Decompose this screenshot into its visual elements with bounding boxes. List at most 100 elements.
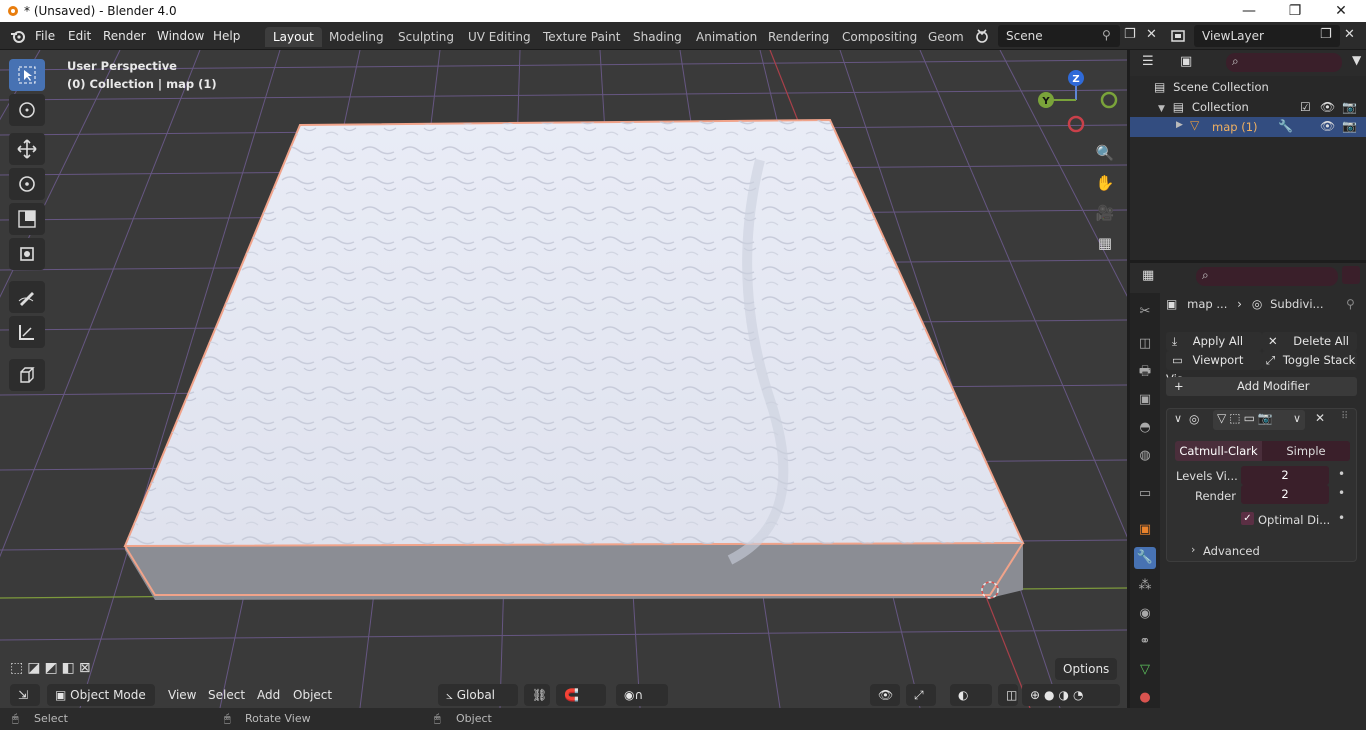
filter-funnel-icon[interactable]: ▼ [1352,53,1361,67]
menu-window[interactable]: Window [157,29,204,43]
data-tab-icon[interactable]: ▽ [1134,659,1156,681]
object-visibility-eye-icon[interactable]: 👁 [1320,119,1335,133]
scale-tool[interactable] [9,203,45,235]
modifier-menu-chevron-icon[interactable]: ∨ [1293,412,1301,425]
maximize-button[interactable]: ❐ [1272,0,1318,22]
blender-menu-icon[interactable] [10,29,26,43]
catmull-clark-tab[interactable]: Catmull-Clark [1175,441,1262,461]
collection-tab-icon[interactable]: ▭ [1134,483,1156,505]
material-tab-icon[interactable]: ● [1134,687,1156,709]
apply-all-button[interactable]: ⤓ Apply All [1166,332,1262,351]
view-layer-selector[interactable]: ViewLayer [1194,25,1340,47]
scene-icon[interactable] [974,28,990,44]
tab-geometry-nodes[interactable]: Geome [920,27,964,47]
new-scene-icon[interactable]: ❐ [1124,27,1136,42]
visibility-selector-icon[interactable]: 👁 [870,684,900,706]
pivot-point-icon[interactable]: ⛓ [524,684,550,706]
tab-animation[interactable]: Animation [688,27,765,47]
tree-collection[interactable]: ▼ ▤ Collection ☑ 👁 📷 [1158,100,1366,114]
shading-mode-icons[interactable]: ⊕●◑◔ [1022,684,1120,706]
modifier-tab-icon[interactable]: 🔧 [1134,547,1156,569]
render-keyframe-dot-icon[interactable]: • [1338,486,1345,500]
exclude-checkbox-icon[interactable]: ☑ [1300,100,1311,114]
advanced-expand-icon[interactable]: › [1191,543,1195,556]
render-tab-icon[interactable]: ◫ [1134,333,1156,355]
cursor-tool[interactable] [9,94,45,126]
object-tab-icon[interactable]: ▣ [1134,519,1156,541]
menu-file[interactable]: File [35,29,55,43]
selection-mode-icons[interactable]: ⬚◪◩◧⊠ [10,660,95,676]
expand-collection-icon[interactable]: ▼ [1158,104,1165,114]
options-button[interactable]: Options [1055,658,1118,680]
expand-object-icon[interactable]: ▶ [1176,120,1183,130]
view-layer-tab-icon[interactable]: ▣ [1134,389,1156,411]
annotate-tool[interactable] [9,281,45,313]
remove-view-layer-icon[interactable]: ✕ [1344,27,1355,42]
constraints-tab-icon[interactable]: ⚭ [1134,631,1156,653]
overlay-toggle-icon[interactable]: ◐ [950,684,992,706]
rotate-tool[interactable] [9,168,45,200]
pin-icon[interactable]: ⚲ [1346,297,1355,311]
tab-rendering[interactable]: Rendering [760,27,837,47]
modifier-toggle-icons[interactable]: ▽⬚▭📷 [1213,410,1305,430]
menu-edit[interactable]: Edit [68,29,91,43]
advanced-section-label[interactable]: Advanced [1203,544,1260,558]
optimal-display-checkbox[interactable]: ✓ [1241,512,1254,525]
minimize-button[interactable]: — [1226,0,1272,22]
transform-orientation-selector[interactable]: ⦣ Global [438,684,518,706]
remove-modifier-icon[interactable]: ✕ [1315,411,1325,425]
levels-keyframe-dot-icon[interactable]: • [1338,467,1345,481]
output-tab-icon[interactable]: 🖶 [1134,361,1156,383]
tab-sculpting[interactable]: Sculpting [390,27,462,47]
render-camera-icon[interactable]: 📷 [1342,100,1357,114]
move-tool[interactable] [9,133,45,165]
simple-tab[interactable]: Simple [1262,441,1350,461]
zoom-icon[interactable]: 🔍 [1094,144,1116,166]
tab-compositing[interactable]: Compositing [834,27,925,47]
particles-tab-icon[interactable]: ⁂ [1134,575,1156,597]
tab-layout[interactable]: Layout [265,27,322,47]
measure-tool[interactable] [9,316,45,348]
camera-view-icon[interactable]: 🎥 [1094,204,1116,226]
tree-scene-collection[interactable]: ▤ Scene Collection [1154,80,1269,94]
header-menu-add[interactable]: Add [257,688,280,702]
remove-scene-icon[interactable]: ✕ [1146,27,1157,42]
pin-scene-icon[interactable]: ⚲ [1102,28,1111,42]
header-menu-object[interactable]: Object [293,688,332,702]
xray-toggle-icon[interactable]: ◫ [998,684,1018,706]
3d-viewport[interactable]: User Perspective (0) Collection | map (1… [0,50,1127,708]
add-cube-tool[interactable] [9,359,45,391]
orthographic-grid-icon[interactable]: ▦ [1094,234,1116,256]
render-levels-field[interactable]: 2 [1241,485,1329,504]
header-menu-select[interactable]: Select [208,688,245,702]
gizmo-toggle-icon[interactable]: ⤢ [906,684,936,706]
close-window-button[interactable]: ✕ [1318,0,1364,22]
collapse-modifier-icon[interactable]: ∨ [1174,412,1182,425]
header-menu-view[interactable]: View [168,688,196,702]
tab-modeling[interactable]: Modeling [321,27,392,47]
proportional-editing-icon[interactable]: ◉∩ [616,684,668,706]
transform-tool[interactable] [9,238,45,270]
toggle-stack-button[interactable]: ⤢ Toggle Stack [1262,351,1357,370]
viewport-vis-button[interactable]: ▭ Viewport Vis [1166,351,1262,386]
outliner-filter-icon[interactable]: ▣ [1180,54,1192,69]
editor-type-icon[interactable]: ⇲ [10,684,40,706]
new-view-layer-icon[interactable]: ❐ [1320,27,1332,42]
pan-hand-icon[interactable]: ✋ [1094,174,1116,196]
menu-help[interactable]: Help [213,29,240,43]
snapping-icon[interactable]: 🧲 [556,684,606,706]
properties-search-input[interactable]: ⌕ [1196,267,1338,286]
outliner-search-input[interactable]: ⌕ [1226,53,1342,72]
tab-uv-editing[interactable]: UV Editing [460,27,539,47]
tree-object-row[interactable]: ▶ ▽ map (1) 🔧 👁 📷 [1130,117,1366,137]
properties-options-icon[interactable] [1342,266,1360,284]
scene-tab-icon[interactable]: ◓ [1134,417,1156,439]
physics-tab-icon[interactable]: ◉ [1134,603,1156,625]
visibility-eye-icon[interactable]: 👁 [1320,100,1335,114]
display-mode-icon[interactable]: ☰ [1142,54,1154,69]
levels-viewport-field[interactable]: 2 [1241,466,1329,485]
select-box-tool[interactable] [9,59,45,91]
properties-editor-icon[interactable]: ▦ [1142,268,1154,283]
world-tab-icon[interactable]: ◍ [1134,445,1156,467]
menu-render[interactable]: Render [103,29,146,43]
